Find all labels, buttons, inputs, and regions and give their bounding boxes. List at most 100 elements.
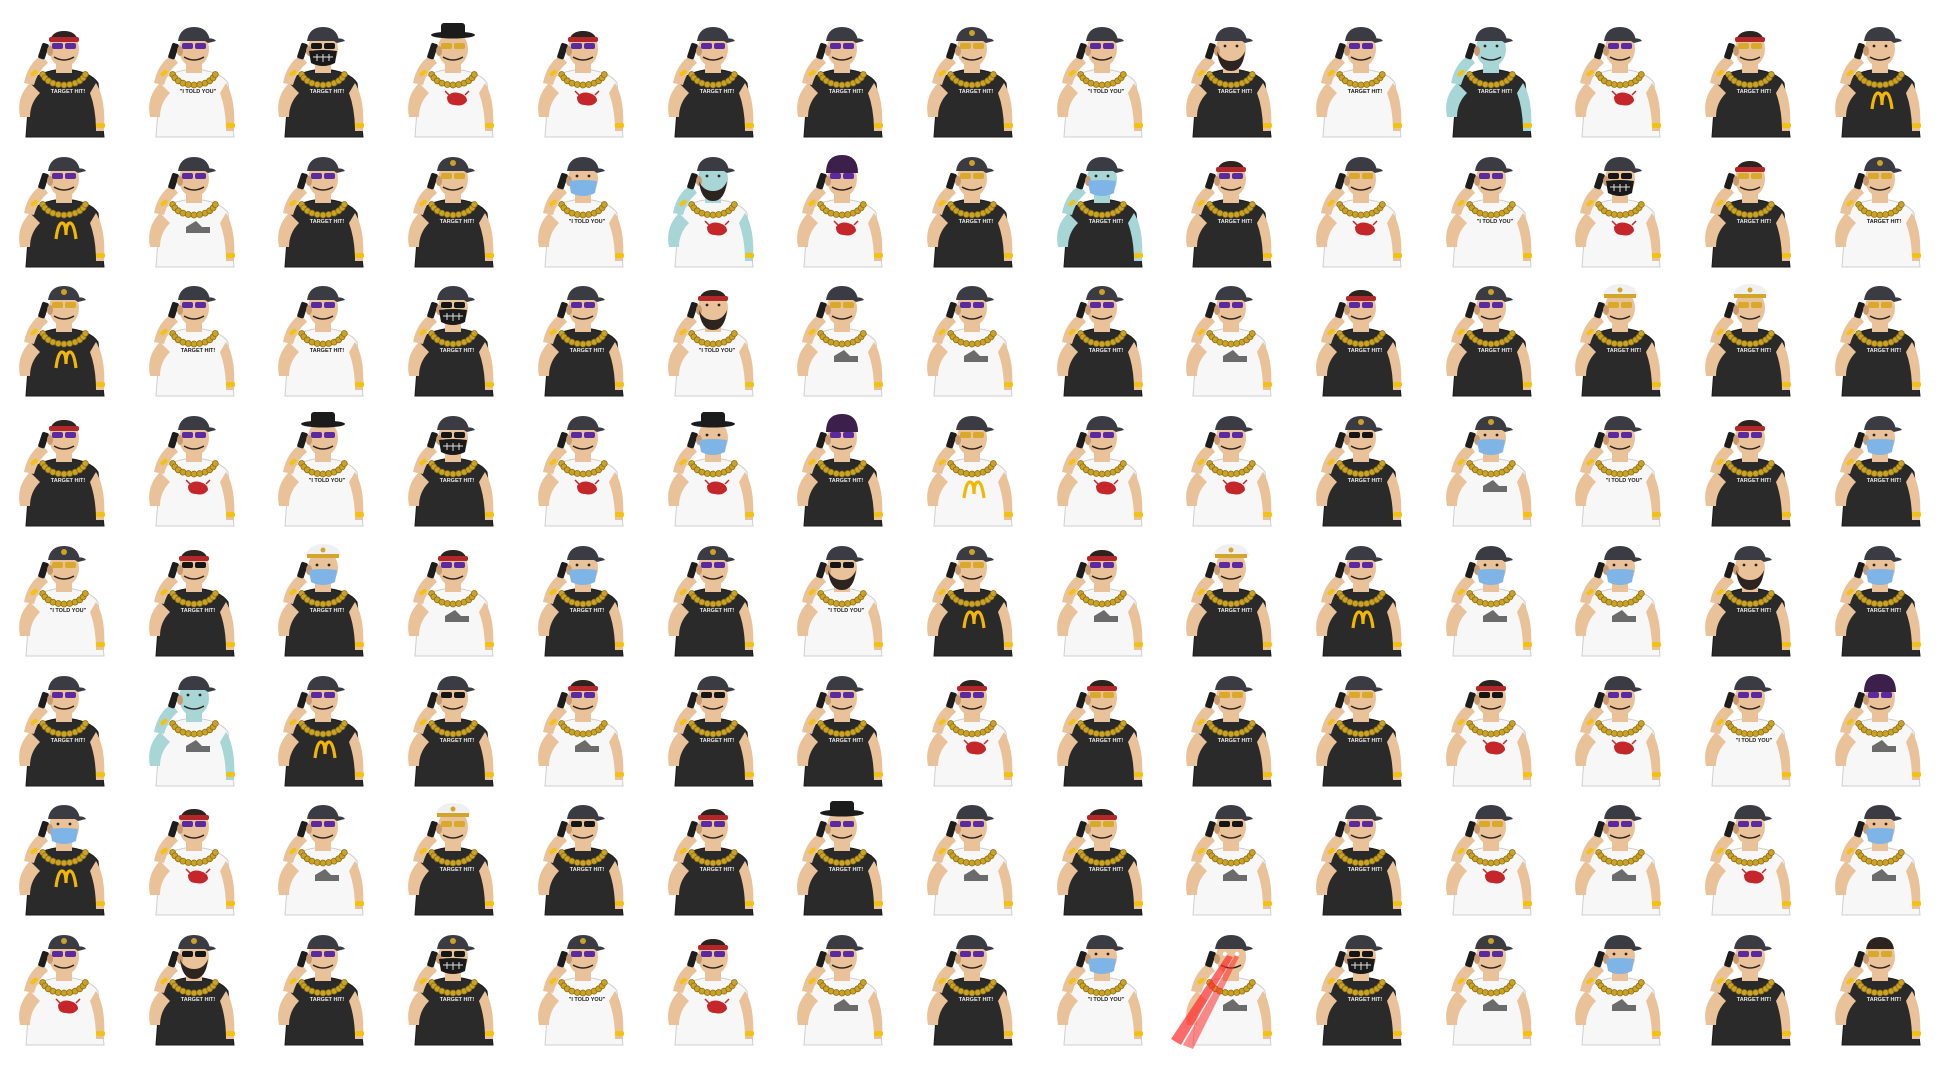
shirt-print-text: TARGET HIT!	[1348, 89, 1383, 95]
shirt	[1322, 716, 1402, 786]
avatar-cell	[1816, 662, 1945, 791]
glasses-icon	[959, 432, 971, 439]
face-mask	[1476, 439, 1505, 456]
figure: TARGET HIT!	[797, 414, 884, 527]
avatar-image: TARGET HIT!	[1316, 27, 1402, 138]
shirt-print-text: TARGET HIT!	[440, 997, 475, 1003]
avatar-image: "I TOLD YOU"	[1056, 27, 1143, 138]
avatar-cell: TARGET HIT!	[259, 921, 388, 1050]
wristband	[96, 901, 105, 907]
shirt-print-text: "I TOLD YOU"	[179, 89, 216, 95]
avatar-image: TARGET HIT!	[278, 286, 365, 397]
shirt	[1841, 198, 1921, 268]
avatar-cell: "I TOLD YOU"	[1038, 921, 1167, 1050]
wristband	[485, 901, 495, 907]
avatar-image	[797, 154, 884, 268]
figure: TARGET HIT!	[1056, 809, 1143, 916]
shirt	[25, 68, 105, 138]
shirt-print-text: TARGET HIT!	[180, 997, 215, 1003]
avatar-image: TARGET HIT!	[278, 156, 365, 268]
wristband	[744, 382, 754, 388]
avatar-image: TARGET HIT!	[1705, 420, 1792, 527]
figure: TARGET HIT!	[1056, 286, 1143, 397]
figure	[667, 156, 754, 268]
wristband	[96, 771, 105, 777]
avatar-cell: TARGET HIT!	[1556, 272, 1685, 401]
glasses-icon	[1089, 43, 1101, 49]
figure: TARGET HIT!	[1445, 286, 1532, 397]
shirt-print-text: "I TOLD YOU"	[698, 348, 735, 354]
glasses-lens	[1621, 172, 1633, 179]
avatar-cell: TARGET HIT!	[130, 532, 259, 661]
glasses-icon	[1219, 821, 1231, 828]
avatar-cell	[1167, 272, 1296, 401]
headband-icon	[1086, 685, 1117, 691]
glasses-icon	[52, 302, 63, 309]
wristband	[1263, 512, 1273, 518]
wristband	[1522, 123, 1532, 128]
glasses-icon	[1219, 172, 1231, 179]
glasses-lens	[1491, 302, 1503, 309]
figure	[278, 675, 365, 786]
avatar-cell	[1427, 402, 1556, 531]
wristband	[1003, 901, 1013, 907]
avatar-image: TARGET HIT!	[19, 420, 105, 527]
glasses-lens	[972, 950, 984, 957]
figure: TARGET HIT!	[1445, 27, 1532, 138]
avatar-cell: "I TOLD YOU"	[649, 272, 778, 401]
avatar-image	[1575, 27, 1662, 138]
glasses-icon	[52, 950, 63, 957]
glasses-icon	[1608, 821, 1620, 828]
glasses-icon	[441, 302, 453, 309]
avatar-image: TARGET HIT!	[797, 27, 884, 138]
wristband	[485, 123, 495, 128]
avatar-cell: TARGET HIT!	[649, 13, 778, 142]
wristband	[1782, 901, 1792, 907]
shirt-print-text: "I TOLD YOU"	[828, 608, 865, 614]
cap-badge	[450, 159, 457, 166]
figure	[1186, 805, 1273, 916]
glasses-lens	[1102, 821, 1114, 828]
avatar-cell	[519, 662, 648, 791]
shirt	[803, 587, 883, 657]
wristband	[1782, 1030, 1792, 1036]
avatar-cell: TARGET HIT!	[0, 13, 129, 142]
glasses-lens	[972, 821, 984, 828]
shirt-print-text: TARGET HIT!	[699, 738, 734, 744]
eye	[1612, 952, 1616, 956]
figure	[1575, 934, 1662, 1046]
avatar-image: "I TOLD YOU"	[537, 156, 624, 268]
glasses-lens	[1621, 691, 1633, 698]
avatar-image: TARGET HIT!	[1705, 160, 1792, 268]
figure: "I TOLD YOU"	[537, 156, 624, 268]
wristband	[1393, 901, 1402, 907]
wristband	[1133, 382, 1143, 388]
figure: TARGET HIT!	[408, 416, 495, 527]
avatar-image	[927, 416, 1013, 527]
figure	[1316, 545, 1402, 657]
figure	[19, 934, 105, 1046]
avatar-image	[1171, 934, 1273, 1049]
glasses-lens	[1362, 432, 1373, 439]
shirt-print-text: TARGET HIT!	[1348, 348, 1383, 354]
glasses-icon	[959, 950, 971, 957]
headband-icon	[1346, 296, 1376, 302]
wristband	[485, 771, 495, 777]
avatar-image	[927, 805, 1013, 916]
wristband	[874, 382, 884, 388]
shirt	[1841, 976, 1921, 1046]
cap-badge	[1358, 419, 1364, 426]
glasses-lens	[1362, 172, 1373, 179]
glasses-icon	[570, 302, 582, 309]
figure: "I TOLD YOU"	[1705, 675, 1792, 786]
shirt-print-text: TARGET HIT!	[1348, 867, 1383, 873]
avatar-image	[148, 675, 235, 786]
avatar-cell: TARGET HIT!	[1816, 532, 1945, 661]
figure: TARGET HIT!	[1834, 286, 1921, 397]
avatar-image	[1445, 416, 1532, 527]
wristband	[1003, 771, 1013, 777]
glasses-lens	[65, 561, 76, 568]
figure: TARGET HIT!	[927, 156, 1013, 268]
figure: TARGET HIT!	[278, 156, 365, 268]
shirt	[414, 976, 494, 1046]
